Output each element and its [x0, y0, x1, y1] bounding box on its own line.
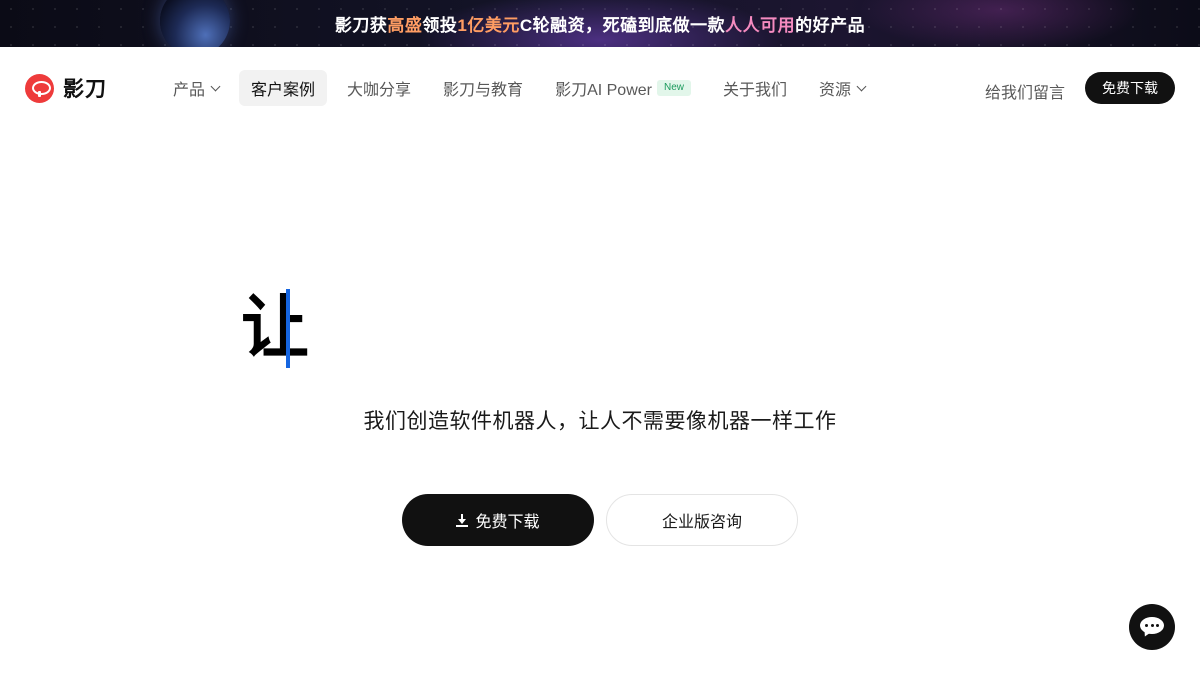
- nav-item-customer-cases[interactable]: 客户案例: [239, 70, 328, 106]
- chat-button[interactable]: [1129, 604, 1175, 650]
- chevron-down-icon: [856, 81, 867, 91]
- banner-text-part3: C轮融资，死磕到底做一款: [519, 16, 726, 35]
- nav-item-label: 关于我们: [723, 82, 788, 99]
- banner-text-part1: 影刀获: [334, 16, 388, 35]
- hero-subtitle: 我们创造软件机器人，让人不需要像机器一样工作: [363, 410, 837, 433]
- nav-item-resources[interactable]: 资源: [807, 70, 877, 106]
- nav-item-ai-power[interactable]: 影刀AI Power New: [543, 70, 703, 106]
- enterprise-consult-button[interactable]: 企业版咨询: [606, 494, 798, 546]
- banner-highlight-goldman: 高盛: [387, 16, 423, 35]
- announcement-banner[interactable]: 影刀获高盛领投1亿美元C轮融资，死磕到底做一款人人可用的好产品: [0, 0, 1200, 47]
- nav-item-label: 大咖分享: [347, 82, 412, 99]
- chevron-down-icon: [210, 81, 221, 91]
- nav-item-products[interactable]: 产品: [161, 70, 231, 106]
- nav-item-expert-sharing[interactable]: 大咖分享: [335, 70, 423, 106]
- nav-item-label: 产品: [173, 82, 206, 99]
- free-download-label: 免费下载: [475, 514, 540, 531]
- banner-highlight-everyone: 人人可用: [725, 16, 796, 35]
- brand-name: 影刀: [63, 78, 107, 101]
- main-nav: 产品 客户案例 大咖分享 影刀与教育 影刀AI Power New 关于我们 资…: [161, 70, 885, 106]
- hero-typed-text: 让: [241, 289, 310, 368]
- hero-heading: 让: [241, 288, 309, 370]
- nav-download-button[interactable]: 免费下载: [1085, 72, 1175, 104]
- typing-cursor: [286, 289, 290, 368]
- new-badge: New: [656, 80, 691, 96]
- free-download-button[interactable]: 免费下载: [402, 494, 594, 546]
- nav-item-about-us[interactable]: 关于我们: [711, 70, 799, 106]
- banner-highlight-amount: 1亿美元: [457, 16, 520, 35]
- banner-planet-graphic: [160, 0, 230, 47]
- download-icon: [456, 513, 469, 527]
- nav-item-label: 影刀与教育: [443, 82, 524, 99]
- nav-item-label: 客户案例: [251, 82, 316, 99]
- banner-text: 影刀获高盛领投1亿美元C轮融资，死磕到底做一款人人可用的好产品: [335, 11, 865, 36]
- nav-item-label: 资源: [819, 82, 852, 99]
- nav-item-label: 影刀AI Power: [555, 82, 652, 99]
- enterprise-consult-label: 企业版咨询: [661, 514, 742, 531]
- banner-text-part4: 的好产品: [795, 16, 866, 35]
- feedback-link[interactable]: 给我们留言: [985, 79, 1065, 103]
- nav-item-education[interactable]: 影刀与教育: [431, 70, 535, 106]
- brand-logo[interactable]: 影刀: [25, 73, 107, 103]
- top-navbar: 影刀 产品 客户案例 大咖分享 影刀与教育 影刀AI Power New 关于我…: [0, 47, 1200, 129]
- chat-bubble-icon: [1140, 617, 1164, 639]
- yingdao-logo-icon: [25, 73, 54, 103]
- banner-text-part2: 领投: [422, 16, 458, 35]
